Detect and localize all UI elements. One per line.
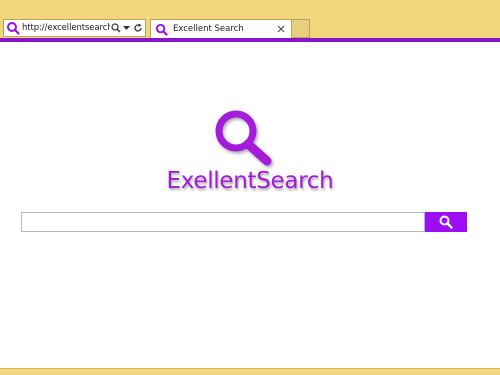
search-input[interactable] [21,212,425,232]
site-favicon-icon [155,23,168,36]
tab-title: Excellent Search [173,24,244,34]
browser-toolbar: http://excellentsearch... Excellent Sear… [0,0,500,38]
address-dropdown-button[interactable] [121,21,132,35]
logo-wordmark: ExellentSearch [166,168,334,194]
magnifier-logo-icon [215,110,272,166]
tab-excellent-search[interactable]: Excellent Search [150,19,292,38]
new-tab-button[interactable] [292,19,310,38]
address-url[interactable]: http://excellentsearch... [22,23,110,33]
dropdown-arrow-icon [123,25,130,30]
address-bar[interactable]: http://excellentsearch... [3,19,146,37]
search-button[interactable] [425,212,467,232]
search-icon [110,23,120,33]
tab-close-button[interactable] [275,23,287,35]
toolbar-accent-line [0,38,500,42]
taskbar-strip [0,368,500,375]
refresh-button[interactable] [132,21,143,35]
refresh-icon [133,23,142,32]
address-search-button[interactable] [110,21,121,35]
close-icon [277,25,285,33]
site-favicon-icon [7,22,20,35]
search-icon [439,215,453,229]
